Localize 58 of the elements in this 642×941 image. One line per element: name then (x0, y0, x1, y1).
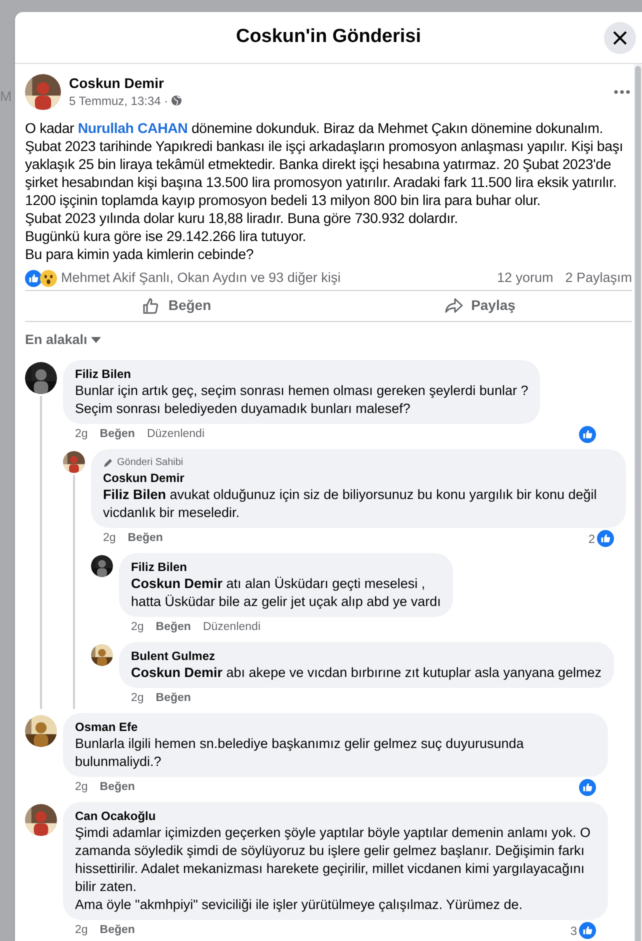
wow-reaction-icon (40, 270, 57, 288)
close-icon (613, 31, 627, 45)
comment-author[interactable]: Coskun Demir (103, 470, 614, 486)
comment-text: Filiz Bilen avukat olduğunuz için siz de biliyorsunuz bu konu yargılık bir konu değil vicdanlık bir meseledir. (103, 486, 598, 522)
owner-label: Gönderi Sahibi (117, 456, 184, 470)
comment-author[interactable]: Bulent Gulmez (131, 648, 602, 664)
like-link[interactable]: Beğen (100, 426, 135, 444)
comment-time[interactable]: 2g (75, 922, 88, 940)
share-arrow-icon (445, 296, 464, 315)
comment-author[interactable]: Osman Efe (75, 719, 596, 735)
pencil-icon (103, 458, 113, 468)
post-text: Bugünkü kura göre ise 29.142.266 lira tutuyor. (25, 228, 308, 246)
like-link[interactable]: Beğen (100, 778, 135, 796)
comment-author[interactable]: Filiz Bilen (75, 366, 528, 382)
comment-time[interactable]: 2g (75, 778, 88, 796)
post-text: Şubat 2023 yılında dolar kuru 18,88 liradır. Buna göre 730.932 dolardır. (25, 210, 459, 228)
comment-time[interactable]: 2g (131, 690, 144, 708)
post-time[interactable]: 5 Temmuz, 13:34 · (69, 92, 168, 110)
caret-icon (91, 336, 102, 343)
edited-label: Düzenlendi (202, 620, 260, 635)
like-button[interactable]: Beğen (25, 291, 328, 321)
edited-label: Düzenlendi (146, 426, 204, 442)
scrollbar[interactable] (634, 64, 642, 941)
post-text: Bu para kimin yada kimlerin cebinde? (25, 246, 255, 264)
mention-link[interactable]: Coskun Demir (131, 665, 223, 680)
more-options-icon[interactable] (614, 90, 630, 94)
comment-text: Coskun Demir atı alan Üsküdarı geçti meselesi , hatta Üsküdar bile az gelir jet uçak alıp abd ye vardı (131, 575, 441, 611)
mention-link[interactable]: Nurullah CAHAN (78, 121, 188, 137)
comment-time[interactable]: 2g (131, 618, 144, 636)
post-author[interactable]: Coskun Demir (69, 74, 182, 92)
like-link[interactable]: Beğen (156, 618, 191, 636)
dialog-title: Coskun'in Gönderisi (236, 25, 422, 50)
like-reaction-icon (25, 270, 42, 288)
comment-author[interactable]: Filiz Bilen (131, 559, 441, 575)
reaction-count[interactable]: 2 (588, 530, 595, 548)
sort-dropdown[interactable]: En alakalı (25, 330, 102, 350)
comment-text: Bunlarla ilgili hemen sn.belediye başkanımız gelir gelmez suç duyurusunda bulunmaliydi.? (75, 735, 525, 771)
like-link[interactable]: Beğen (156, 690, 191, 708)
post-text: O kadar Nurullah CAHAN dönemine dokunduk. Biraz da Mehmet Çakın dönemine dokunalım. (25, 120, 604, 138)
share-button[interactable]: Paylaş (328, 291, 632, 321)
mention-link[interactable]: Filiz Bilen (103, 487, 166, 502)
reaction-count[interactable]: 3 (570, 922, 577, 940)
comment-time[interactable]: 2g (103, 530, 116, 548)
reactions-summary[interactable]: Mehmet Akif Şanlı, Okan Aydın ve 93 diğer kişi (61, 268, 341, 289)
comment-text: Bunlar için artık geç, seçim sonrası hemen olması gereken şeylerdi bunlar ? Seçim sonrası belediyeden duyamadık bunları malesef? (75, 382, 528, 418)
globe-icon (171, 95, 182, 106)
post-text: Şubat 2023 tarihinde Yapıkredi bankası ile işçi arkadaşların promosyon anlaşması yapılır. Kişi başı yaklaşık 25 bin liraya tekâmül etmektedir. Banka direkt işçi hesabına yatırmaz. 20 Şubat 2023'de şirket hesabından kişi başına 13.500 lira promosyon yatırılır. Aradaki fark 11.500 lira eksik yatırılır. 1200 işçinin toplamda kayıp promosyon bedeli 13 milyon 800 bin lira para buhar olur. (25, 138, 624, 210)
comment-text: Coskun Demir abı akepe ve vıcdan bırbırıne zıt kutuplar asla yanyana gelmez (131, 664, 602, 682)
like-link[interactable]: Beğen (100, 922, 135, 940)
comment-author[interactable]: Can Ocakoğlu (75, 808, 596, 824)
share-count[interactable]: 2 Paylaşım (565, 268, 632, 289)
like-link[interactable]: Beğen (128, 530, 163, 548)
close-button[interactable] (604, 22, 636, 54)
comment-time[interactable]: 2g (75, 426, 88, 444)
mention-link[interactable]: Coskun Demir (131, 576, 223, 591)
comment-text: Şimdi adamlar içimizden geçerken şöyle yaptılar böyle yaptılar demenin anlamı yok. O zamanda söyledik şimdi de söylüyoruz bu işlere gelir gelmez başlanır. Değişimin farkı hissettirilir. Adalet mekanizması harekete geçirilir, millet vicdanen kimi yargılayacağını bilir zaten. Ama öyle "akmhpiyi" seviciliği ile işler yürütülmeye çalışılmaz. Yürümez de. (75, 824, 592, 914)
comment-count[interactable]: 12 yorum (496, 268, 554, 289)
thumbs-up-icon (142, 296, 160, 315)
